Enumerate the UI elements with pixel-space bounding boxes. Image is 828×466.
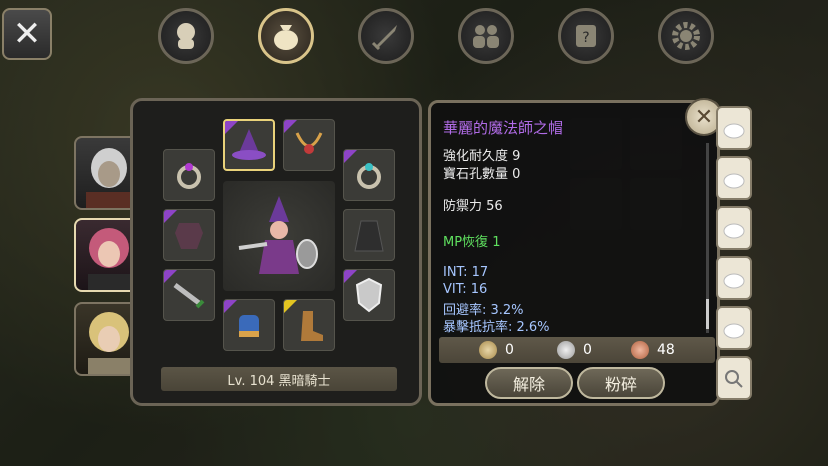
copper-value: 48 bbox=[657, 342, 675, 358]
bag-icon bbox=[723, 173, 745, 189]
silver-value: 0 bbox=[583, 342, 592, 358]
item-info-panel: 華麗的魔法師之帽 強化耐久度 9 寶石孔數量 0 防禦力 56 MP恢復 1 I… bbox=[428, 100, 720, 406]
head-icon bbox=[177, 23, 195, 49]
bag-icon bbox=[723, 223, 745, 239]
slot-gloves[interactable] bbox=[223, 299, 275, 351]
slot-ring-left[interactable] bbox=[163, 149, 215, 201]
slot-necklace[interactable] bbox=[283, 119, 335, 171]
bag-tab[interactable] bbox=[716, 156, 752, 200]
item-name: 華麗的魔法師之帽 bbox=[443, 119, 564, 137]
durability-text: 強化耐久度 9 bbox=[443, 149, 521, 164]
crit-resist-stat: 暴擊抵抗率: 2.6% bbox=[443, 320, 550, 335]
scroll-thumb[interactable] bbox=[706, 299, 709, 329]
bag-icon bbox=[274, 25, 298, 50]
bag-icon bbox=[723, 323, 745, 339]
mp-recovery-text: MP恢復 1 bbox=[443, 235, 501, 250]
slot-ring-right[interactable] bbox=[343, 149, 395, 201]
slot-hat[interactable] bbox=[223, 119, 275, 171]
gear-icon bbox=[672, 22, 700, 50]
tab-inventory[interactable] bbox=[258, 8, 314, 64]
tab-skills[interactable] bbox=[358, 8, 414, 64]
bag-icon bbox=[723, 123, 745, 139]
svg-text:?: ? bbox=[582, 30, 589, 46]
tab-party[interactable] bbox=[458, 8, 514, 64]
scroll-icon: ? bbox=[576, 25, 596, 47]
unequip-button[interactable]: 解除 bbox=[485, 367, 573, 399]
socket-count-text: 寶石孔數量 0 bbox=[443, 167, 521, 182]
bag-tab[interactable] bbox=[716, 106, 752, 150]
tab-quest[interactable]: ? bbox=[558, 8, 614, 64]
bag-search-tab[interactable] bbox=[716, 356, 752, 400]
tab-character[interactable] bbox=[158, 8, 214, 64]
smash-button[interactable]: 粉碎 bbox=[577, 367, 665, 399]
party-icon bbox=[473, 25, 499, 48]
cape-icon bbox=[354, 220, 384, 252]
copper-coin-icon bbox=[631, 341, 649, 359]
defense-text: 防禦力 56 bbox=[443, 199, 503, 214]
sword-icon bbox=[371, 25, 397, 51]
vit-stat: VIT: 16 bbox=[443, 282, 488, 297]
ring-icon bbox=[177, 163, 201, 189]
search-icon bbox=[725, 370, 743, 388]
close-button[interactable]: ✕ bbox=[2, 8, 52, 60]
slot-shield[interactable] bbox=[343, 269, 395, 321]
slot-weapon[interactable] bbox=[163, 269, 215, 321]
bag-tab[interactable] bbox=[716, 306, 752, 350]
gold-coin-icon bbox=[479, 341, 497, 359]
int-stat: INT: 17 bbox=[443, 265, 489, 280]
currency-bar: 0 0 48 bbox=[439, 337, 715, 363]
slot-cape[interactable] bbox=[343, 209, 395, 261]
bag-icon bbox=[723, 273, 745, 289]
gold-value: 0 bbox=[505, 342, 514, 358]
bag-tab[interactable] bbox=[716, 256, 752, 300]
bag-tab[interactable] bbox=[716, 206, 752, 250]
tab-settings[interactable] bbox=[658, 8, 714, 64]
character-model bbox=[223, 181, 335, 291]
mage-character-icon bbox=[238, 196, 318, 274]
slot-armor[interactable] bbox=[163, 209, 215, 261]
level-class-label: Lv. 104 黑暗騎士 bbox=[161, 367, 397, 391]
slot-boots[interactable] bbox=[283, 299, 335, 351]
silver-coin-icon bbox=[557, 341, 575, 359]
equipment-panel: Lv. 104 黑暗騎士 bbox=[130, 98, 422, 406]
